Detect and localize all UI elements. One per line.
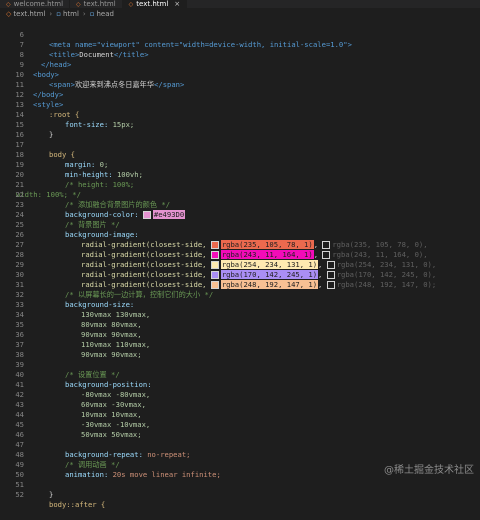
tab-text-active[interactable]: ◇ text.html × xyxy=(122,0,188,8)
breadcrumb-html[interactable]: html xyxy=(63,10,79,18)
code-line: 35 90vmax 90vmax, xyxy=(0,310,480,339)
chevron-right-icon: › xyxy=(82,10,86,18)
code-line: 40 background-position: xyxy=(0,360,480,389)
code-text: body::after { xyxy=(49,500,106,509)
code-line: 32 background-size: xyxy=(0,280,480,309)
code-line: 13 :root { xyxy=(0,90,480,119)
code-line: 23 background-color: #e493D0 xyxy=(0,190,480,219)
breadcrumb: ◇ text.html › ▫ html › ▫ head xyxy=(0,9,480,19)
code-line: 41 -80vmax -80vmax, xyxy=(0,370,480,399)
code-line: 24 /* 背景图片 */ xyxy=(0,200,480,229)
tab-label: text.html xyxy=(83,0,116,8)
code-text: } xyxy=(49,490,54,499)
tab-label: welcome.html xyxy=(13,0,64,8)
code-line: 20 /* height: 100%; xyxy=(0,160,480,189)
code-line: 25 background-image: xyxy=(0,210,480,239)
code-line: 21 width: 100%; */ xyxy=(0,170,480,199)
html-file-icon: ◇ xyxy=(76,0,81,8)
code-line: 43 10vmax 10vmax, xyxy=(0,390,480,419)
code-line: 9 <body> xyxy=(0,50,480,79)
code-line: 17 body { xyxy=(0,130,480,159)
code-line: 31 /* 以屏幕长的一边计算，控制它们的大小 */ xyxy=(0,270,480,299)
code-line: 19 min-height: 100vh; xyxy=(0,150,480,179)
code-line: 46 xyxy=(0,420,480,439)
code-line: 14 font-size: 15px; xyxy=(0,100,480,129)
code-line: 33 130vmax 130vmax, xyxy=(0,290,480,319)
html-file-icon: ◇ xyxy=(128,0,134,8)
code-line: 22 /* 添加融合背景图片的颜色 */ xyxy=(0,180,480,209)
code-line: 36 110vmax 110vmax, xyxy=(0,320,480,349)
code-line: 49 animation: 20s move linear infinite; xyxy=(0,450,480,479)
code-line: 16 xyxy=(0,120,480,139)
code-line: 29 radial-gradient(closest-side, rgba(17… xyxy=(0,250,480,279)
line-number: 52 xyxy=(15,490,24,499)
watermark: @稀土掘金技术社区 xyxy=(384,465,474,476)
code-line: 34 80vmax 80vmax, xyxy=(0,300,480,329)
tab-text-1[interactable]: ◇ text.html xyxy=(70,0,123,8)
code-line: 8 </head> xyxy=(0,40,480,69)
element-icon: ▫ xyxy=(89,10,95,18)
element-icon: ▫ xyxy=(56,10,61,18)
code-line: 26 radial-gradient(closest-side, rgba(23… xyxy=(0,220,480,249)
code-line: 30 radial-gradient(closest-side, rgba(24… xyxy=(0,260,480,289)
breadcrumb-file[interactable]: text.html xyxy=(13,10,45,18)
code-line: 28 radial-gradient(closest-side, rgba(25… xyxy=(0,240,480,269)
code-editor[interactable]: 6 <meta name="viewport" content="width=d… xyxy=(0,20,480,509)
tab-welcome[interactable]: ◇ welcome.html xyxy=(0,0,71,8)
code-line: 48 /* 调用动画 */ xyxy=(0,440,480,469)
close-icon[interactable]: × xyxy=(174,0,180,8)
html-file-icon: ◇ xyxy=(6,0,11,8)
code-line: 15 } xyxy=(0,110,480,139)
code-line: 38 xyxy=(0,340,480,359)
code-line: 47 background-repeat: no-repeat; xyxy=(0,430,480,459)
code-line: 7 <title>Document</title> xyxy=(0,30,480,59)
code-line: 44 -30vmax -10vmax, xyxy=(0,400,480,429)
code-line: 6 <meta name="viewport" content="width=d… xyxy=(0,20,480,49)
code-line: 37 90vmax 90vmax; xyxy=(0,330,480,359)
code-line: 52 body::after { xyxy=(0,480,480,509)
code-line: 18 margin: 0; xyxy=(0,140,480,169)
code-line: 12 <style> xyxy=(0,80,480,109)
code-line: 39 /* 设置位置 */ xyxy=(0,350,480,379)
code-line: 45 50vmax 50vmax; xyxy=(0,410,480,439)
code-line: 42 60vmax -30vmax, xyxy=(0,380,480,409)
tab-bar: ◇ welcome.html ◇ text.html ◇ text.html × xyxy=(0,0,480,8)
code-line: 10 <span>欢迎来到沸点冬日嘉年华</span> xyxy=(0,60,480,89)
html-file-icon: ◇ xyxy=(6,10,12,18)
breadcrumb-head[interactable]: head xyxy=(96,10,113,18)
tab-label: text.html xyxy=(136,0,169,8)
chevron-right-icon: › xyxy=(49,10,53,18)
code-line: 27 radial-gradient(closest-side, rgba(24… xyxy=(0,230,480,259)
code-line: 11 </body> xyxy=(0,70,480,99)
